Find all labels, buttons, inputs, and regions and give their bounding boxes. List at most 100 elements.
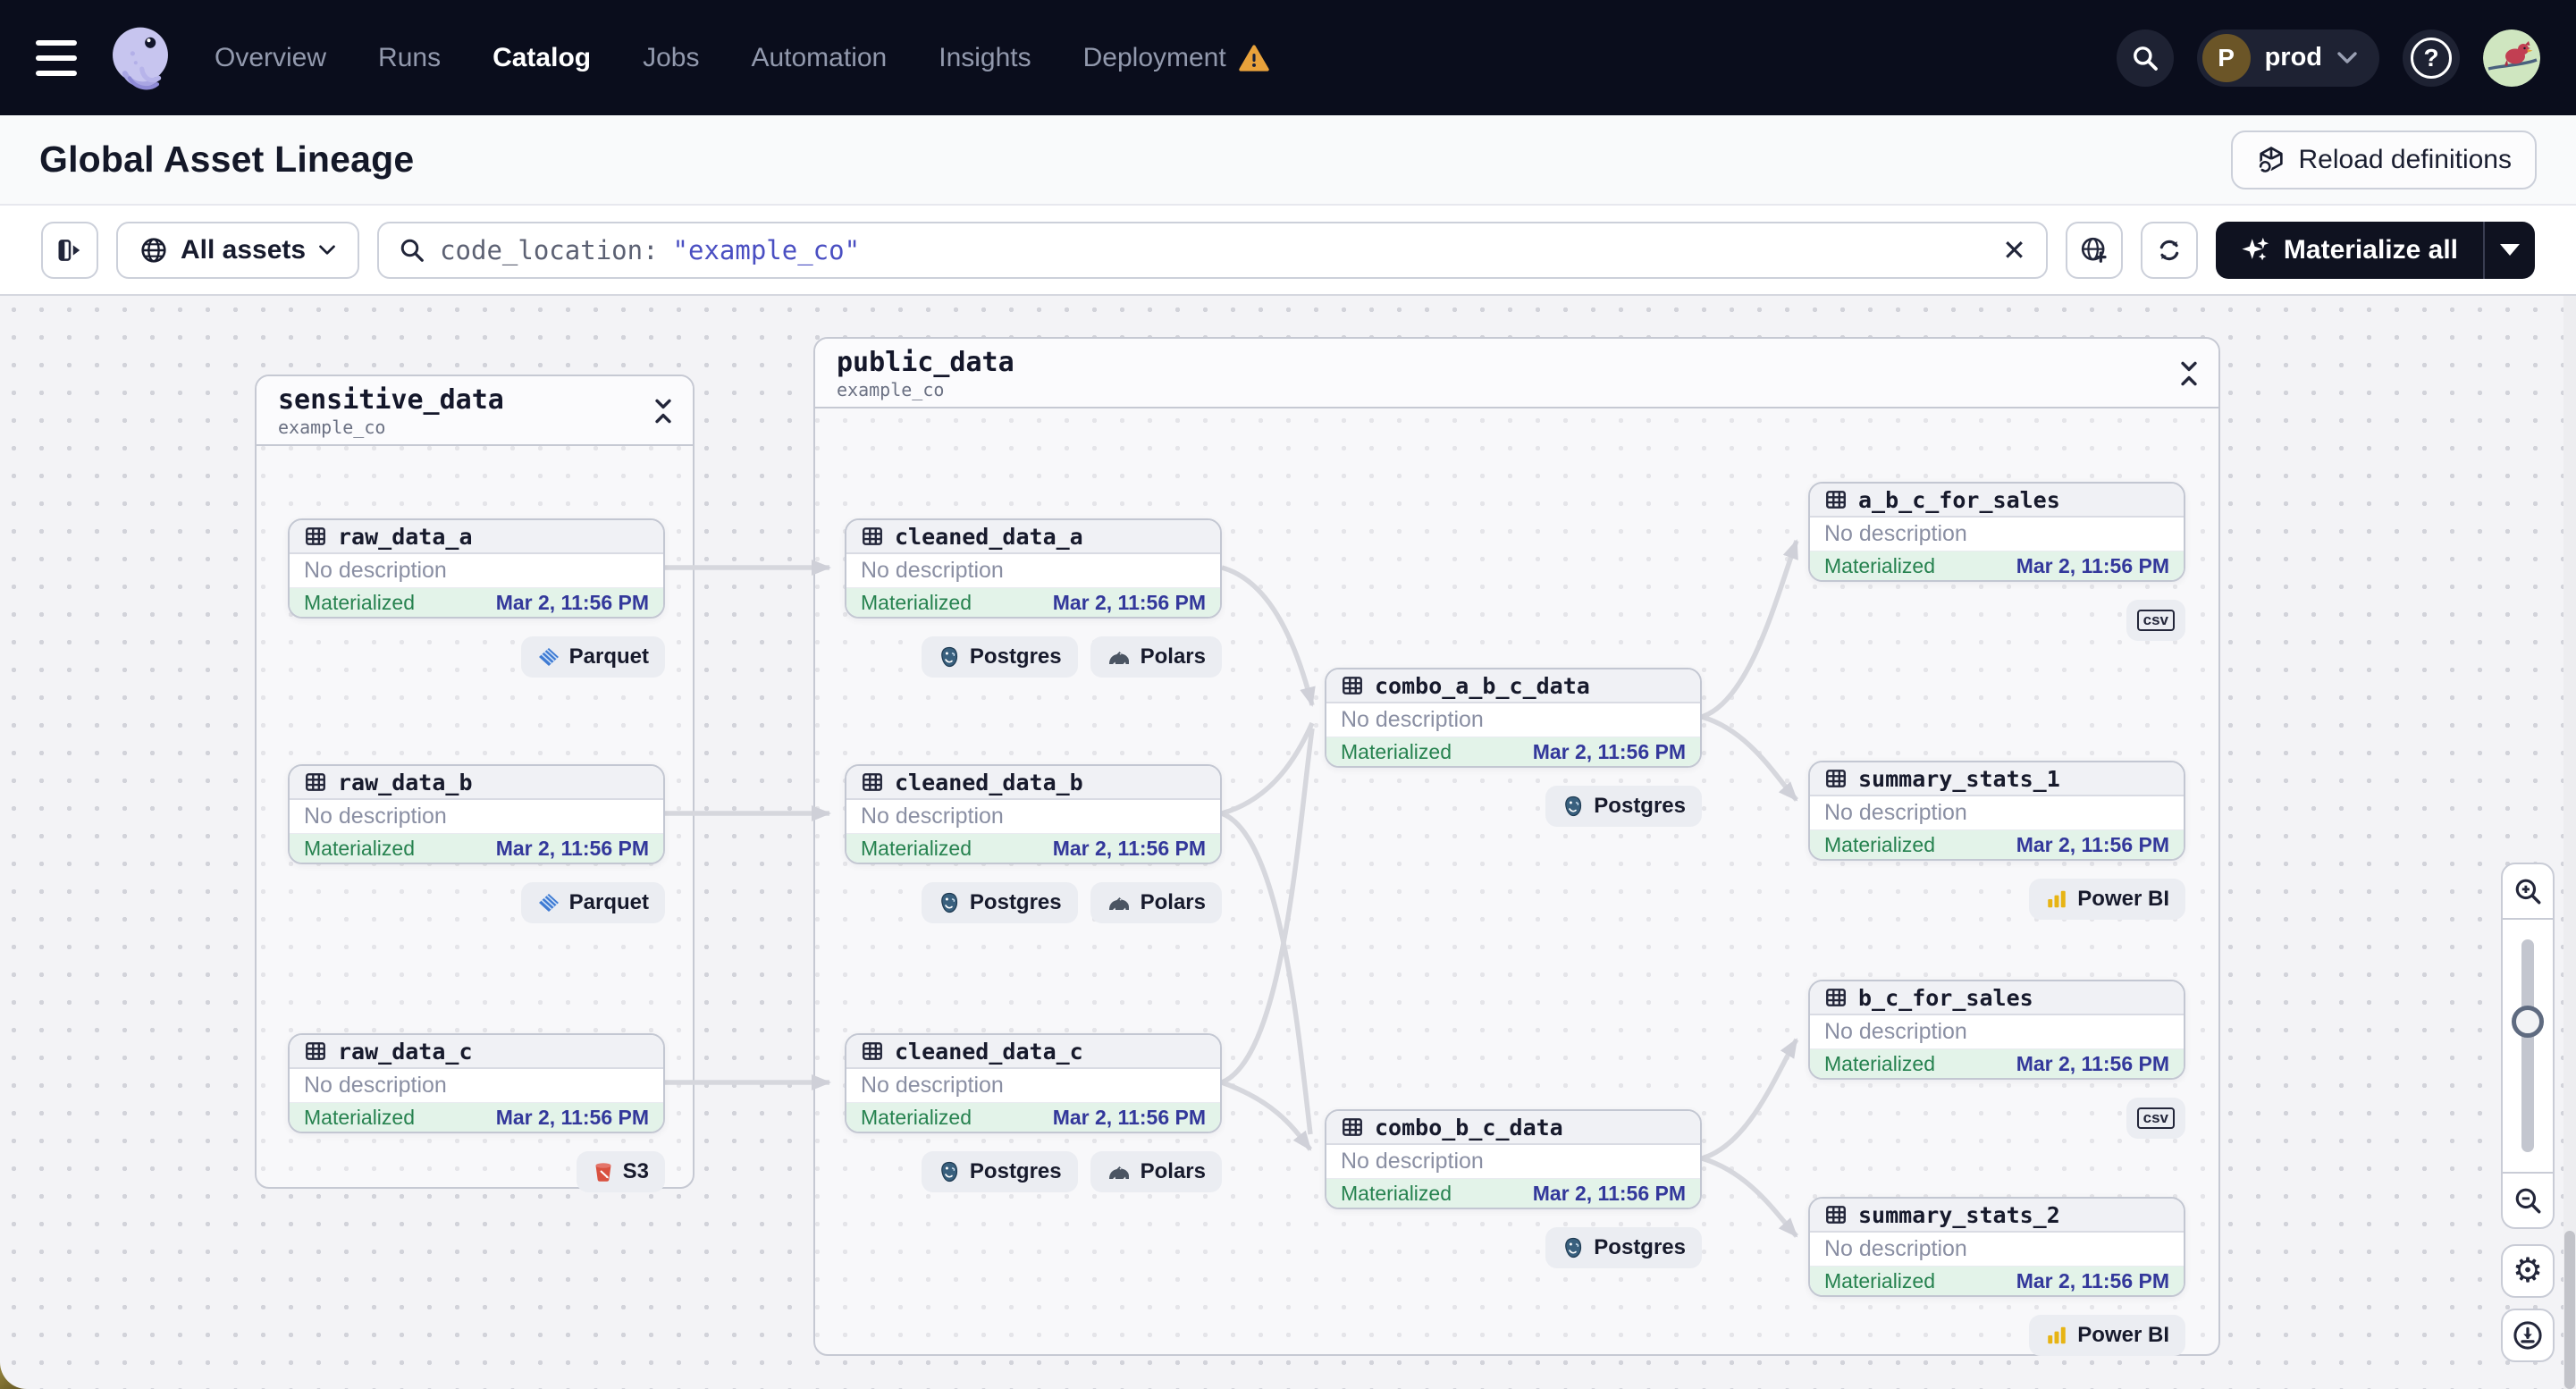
graph-settings-button[interactable]: ⚙ xyxy=(2501,1244,2555,1298)
materialization-timestamp[interactable]: Mar 2, 11:56 PM xyxy=(1533,1182,1686,1206)
materialization-timestamp[interactable]: Mar 2, 11:56 PM xyxy=(2016,1052,2169,1076)
materialization-timestamp[interactable]: Mar 2, 11:56 PM xyxy=(1053,591,1206,615)
status-badge: Materialized xyxy=(861,1105,972,1129)
asset-group-header[interactable]: sensitive_data example_co xyxy=(257,376,693,446)
nav-item-deployment-label: Deployment xyxy=(1082,42,1226,72)
search-query-field: code_location: xyxy=(440,234,659,265)
status-badge: Materialized xyxy=(1341,1181,1452,1205)
asset-node-summary_stats_2[interactable]: summary_stats_2 No description Materiali… xyxy=(1808,1197,2185,1356)
zoom-in-button[interactable] xyxy=(2503,864,2553,918)
kind-tag-csv: csv xyxy=(2126,600,2185,641)
kind-tag-label: Postgres xyxy=(969,644,1062,669)
user-avatar[interactable] xyxy=(2483,29,2540,87)
kind-tag-csv: csv xyxy=(2126,1098,2185,1139)
kind-tag-label: Postgres xyxy=(1594,794,1686,818)
materialization-timestamp[interactable]: Mar 2, 11:56 PM xyxy=(1053,837,1206,861)
nav-item-automation[interactable]: Automation xyxy=(751,43,887,73)
postgres-icon xyxy=(1565,796,1582,817)
nav-item-runs[interactable]: Runs xyxy=(378,43,441,73)
table-grid-icon xyxy=(1343,1118,1362,1136)
asset-group-header[interactable]: public_data example_co xyxy=(815,339,2218,408)
asset-description: No description xyxy=(290,800,663,834)
materialization-timestamp[interactable]: Mar 2, 11:56 PM xyxy=(1053,1106,1206,1130)
asset-description: No description xyxy=(290,554,663,588)
zoom-out-button[interactable] xyxy=(2503,1174,2553,1227)
download-image-button[interactable] xyxy=(2501,1309,2555,1362)
refresh-button[interactable] xyxy=(2140,221,2198,279)
open-panel-button[interactable] xyxy=(41,221,98,279)
lineage-toolbar: All assets code_location: "example_co" ✕ xyxy=(0,206,2576,296)
asset-node-raw_data_b[interactable]: raw_data_b No description Materialized Ma… xyxy=(288,764,665,923)
materialization-timestamp[interactable]: Mar 2, 11:56 PM xyxy=(496,837,649,861)
materialization-timestamp[interactable]: Mar 2, 11:56 PM xyxy=(1533,740,1686,764)
collapse-vertical-icon[interactable] xyxy=(652,398,675,425)
nav-item-insights[interactable]: Insights xyxy=(939,43,1031,73)
menu-icon[interactable] xyxy=(36,39,77,76)
asset-node-cleaned_data_b[interactable]: cleaned_data_b No description Materializ… xyxy=(845,764,1222,923)
vertical-scrollbar[interactable] xyxy=(2563,296,2576,1389)
collapse-vertical-icon[interactable] xyxy=(2177,360,2201,387)
sparkles-icon xyxy=(2242,237,2269,260)
reload-definitions-button[interactable]: Reload definitions xyxy=(2230,130,2537,189)
table-grid-icon xyxy=(1826,1206,1846,1224)
asset-node-combo_a_b_c_data[interactable]: combo_a_b_c_data No description Material… xyxy=(1325,668,1702,827)
zoom-slider[interactable] xyxy=(2503,918,2553,1174)
kind-tag-label: Polars xyxy=(1140,1159,1206,1183)
asset-node-a_b_c_for_sales[interactable]: a_b_c_for_sales No description Materiali… xyxy=(1808,482,2185,641)
help-button[interactable]: ? xyxy=(2403,29,2460,87)
materialization-timestamp[interactable]: Mar 2, 11:56 PM xyxy=(2016,554,2169,578)
kind-tag-label: S3 xyxy=(622,1159,649,1183)
polars-bear-icon xyxy=(1108,1166,1129,1179)
s3-bucket-icon xyxy=(595,1163,611,1182)
deployment-switcher[interactable]: P prod xyxy=(2196,29,2379,87)
magnifier-icon xyxy=(2133,46,2158,71)
asset-name: b_c_for_sales xyxy=(1858,984,2033,1011)
dagster-logo-icon[interactable] xyxy=(102,20,179,97)
asset-name: summary_stats_1 xyxy=(1858,765,2060,792)
asset-search-input[interactable]: code_location: "example_co" ✕ xyxy=(377,221,2048,279)
question-circle-icon: ? xyxy=(2411,37,2452,79)
parquet-icon xyxy=(538,894,559,912)
asset-description: No description xyxy=(1810,1233,2184,1267)
nav-item-catalog[interactable]: Catalog xyxy=(492,43,591,73)
top-nav: Overview Runs Catalog Jobs Automation In… xyxy=(0,0,2576,115)
chevron-down-icon xyxy=(2337,51,2357,63)
lineage-canvas[interactable]: sensitive_data example_co public_data ex… xyxy=(0,296,2576,1389)
nav-item-overview[interactable]: Overview xyxy=(215,43,326,73)
status-badge: Materialized xyxy=(1824,1268,1935,1292)
page-title: Global Asset Lineage xyxy=(39,139,415,180)
nav-item-jobs[interactable]: Jobs xyxy=(643,43,699,73)
asset-node-raw_data_c[interactable]: raw_data_c No description Materialized Ma… xyxy=(288,1033,665,1192)
zoom-in-icon xyxy=(2515,879,2541,905)
asset-node-cleaned_data_c[interactable]: cleaned_data_c No description Materializ… xyxy=(845,1033,1222,1192)
asset-name: combo_a_b_c_data xyxy=(1375,672,1590,699)
kind-tag-polars: Polars xyxy=(1090,1151,1222,1192)
asset-node-cleaned_data_a[interactable]: cleaned_data_a No description Materializ… xyxy=(845,518,1222,678)
materialization-timestamp[interactable]: Mar 2, 11:56 PM xyxy=(2016,1269,2169,1293)
asset-node-summary_stats_1[interactable]: summary_stats_1 No description Materiali… xyxy=(1808,761,2185,920)
zoom-slider-thumb[interactable] xyxy=(2512,1006,2544,1038)
asset-scope-dropdown[interactable]: All assets xyxy=(116,221,360,279)
materialize-all-button[interactable]: Materialize all xyxy=(2215,221,2535,279)
group-code-location: example_co xyxy=(278,416,386,438)
scrollbar-thumb[interactable] xyxy=(2564,1231,2575,1389)
materialize-options-dropdown[interactable] xyxy=(2485,244,2535,256)
asset-node-b_c_for_sales[interactable]: b_c_for_sales No description Materialize… xyxy=(1808,980,2185,1139)
zoom-slider-track[interactable] xyxy=(2521,939,2534,1152)
materialization-timestamp[interactable]: Mar 2, 11:56 PM xyxy=(2016,833,2169,857)
kind-tag-postgres: Postgres xyxy=(1545,1227,1702,1268)
status-badge: Materialized xyxy=(304,1105,415,1129)
asset-node-combo_b_c_data[interactable]: combo_b_c_data No description Materializ… xyxy=(1325,1109,1702,1268)
search-button[interactable] xyxy=(2116,29,2174,87)
magnifier-icon xyxy=(400,239,424,262)
open-in-new-tab-button[interactable] xyxy=(2065,221,2123,279)
nav-item-deployment[interactable]: Deployment xyxy=(1083,43,1269,73)
materialization-timestamp[interactable]: Mar 2, 11:56 PM xyxy=(496,1106,649,1130)
asset-description: No description xyxy=(846,800,1220,834)
group-code-location: example_co xyxy=(837,378,945,400)
kind-tag-label: Postgres xyxy=(1594,1235,1686,1259)
clear-search-icon[interactable]: ✕ xyxy=(2002,236,2026,265)
asset-node-raw_data_a[interactable]: raw_data_a No description Materialized Ma… xyxy=(288,518,665,678)
materialization-timestamp[interactable]: Mar 2, 11:56 PM xyxy=(496,591,649,615)
asset-name: cleaned_data_a xyxy=(895,523,1083,550)
